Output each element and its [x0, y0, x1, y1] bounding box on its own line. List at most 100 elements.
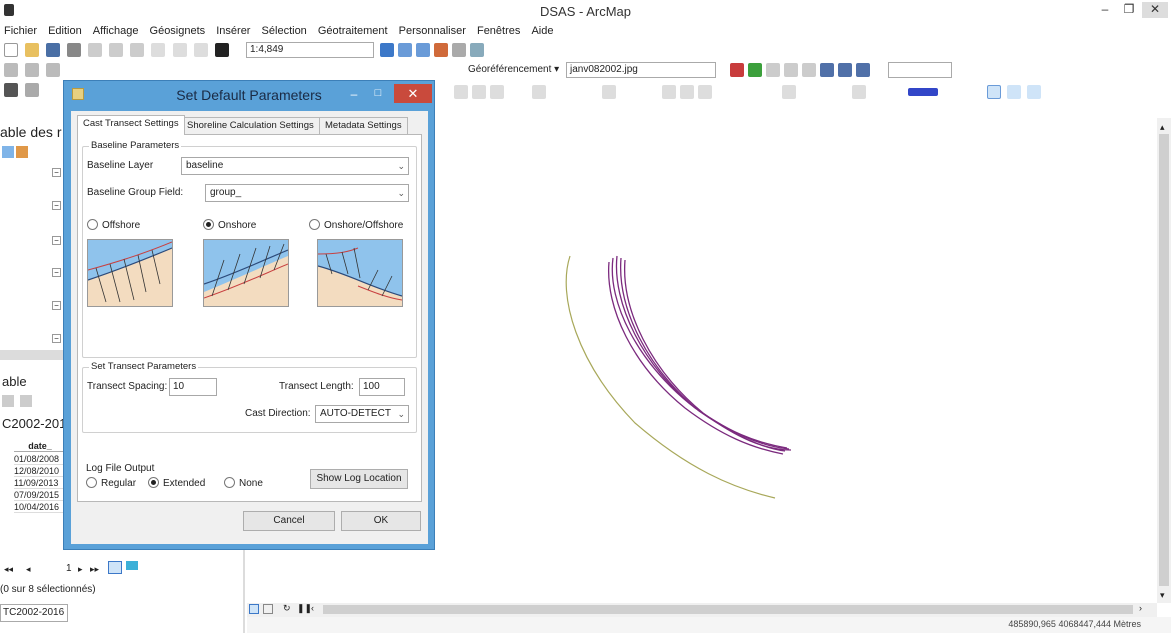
- show-all-records-icon[interactable]: [108, 561, 122, 574]
- last-record-button[interactable]: ▸▸: [90, 564, 99, 575]
- editor-pencil-icon[interactable]: [4, 83, 18, 97]
- redo-icon[interactable]: [193, 43, 208, 57]
- python-icon[interactable]: [452, 43, 466, 57]
- zoom-in-icon[interactable]: [4, 63, 18, 77]
- paste-icon[interactable]: [130, 43, 145, 57]
- scale-input[interactable]: 1:4,849: [246, 42, 374, 58]
- radio-log-regular[interactable]: Regular: [86, 477, 136, 490]
- menu-aide[interactable]: Aide: [531, 22, 553, 40]
- table-row[interactable]: 11/09/2013: [14, 478, 66, 489]
- collapse-icon[interactable]: −: [52, 201, 61, 210]
- table-name-tab[interactable]: C2002-201: [2, 416, 66, 431]
- scroll-up-icon[interactable]: ▴: [1160, 122, 1165, 133]
- transect-length-input[interactable]: 100: [359, 378, 405, 396]
- dsas-tool-icon-3[interactable]: [698, 85, 712, 99]
- print-icon[interactable]: [67, 43, 82, 57]
- cast-direction-select[interactable]: AUTO-DETECT ⌄: [315, 405, 409, 423]
- zoom-out-icon[interactable]: [25, 63, 40, 77]
- pan-icon[interactable]: [46, 63, 61, 77]
- menu-affichage[interactable]: Affichage: [93, 22, 139, 40]
- collapse-icon[interactable]: −: [52, 301, 61, 310]
- scroll-down-icon[interactable]: ▾: [1160, 590, 1165, 601]
- menu-inserer[interactable]: Insérer: [216, 22, 250, 40]
- undo-icon[interactable]: [172, 43, 187, 57]
- scroll-left-icon[interactable]: ‹: [311, 603, 314, 613]
- model-builder-icon[interactable]: [470, 43, 484, 57]
- column-header-date[interactable]: date_: [14, 441, 66, 452]
- editor-toolbar-icon[interactable]: [380, 43, 394, 57]
- pause-icon[interactable]: ❚❚: [297, 603, 312, 614]
- georef-tool-icon-2[interactable]: [784, 63, 798, 77]
- table-row[interactable]: 07/09/2015: [14, 490, 66, 501]
- color-swatch-icon[interactable]: [908, 88, 938, 96]
- dsas-tool-icon[interactable]: [662, 85, 676, 99]
- show-log-location-button[interactable]: Show Log Location: [310, 469, 408, 489]
- table-options-icon[interactable]: [2, 395, 14, 407]
- arctoolbox-icon[interactable]: [434, 43, 448, 57]
- radio-log-none[interactable]: None: [224, 477, 263, 490]
- menu-edition[interactable]: Edition: [48, 22, 82, 40]
- cancel-button[interactable]: Cancel: [243, 511, 335, 531]
- georef-tool-icon[interactable]: [766, 63, 780, 77]
- menu-fenetres[interactable]: Fenêtres: [477, 22, 520, 40]
- tab-cast-transect-settings[interactable]: Cast Transect Settings: [77, 115, 185, 135]
- map-horizontal-scrollbar[interactable]: ↻ ❚❚ ‹ ›: [247, 603, 1157, 617]
- next-record-button[interactable]: ▸: [78, 564, 83, 575]
- map-vertical-scrollbar[interactable]: ▴ ▾: [1157, 118, 1171, 603]
- collapse-icon[interactable]: −: [52, 236, 61, 245]
- dialog-close-button[interactable]: ✕: [394, 84, 432, 103]
- radio-log-extended[interactable]: Extended: [148, 477, 205, 490]
- baseline-layer-select[interactable]: baseline ⌄: [181, 157, 409, 175]
- radio-onshore[interactable]: Onshore: [203, 219, 256, 232]
- collapse-icon[interactable]: −: [52, 334, 61, 343]
- add-data-icon[interactable]: [214, 43, 229, 57]
- new-document-icon[interactable]: [4, 43, 18, 57]
- dialog-minimize-button[interactable]: –: [346, 87, 362, 101]
- menu-geotraitement[interactable]: Géotraitement: [318, 22, 388, 40]
- related-tables-icon[interactable]: [20, 395, 32, 407]
- dsas-tool-icon-5[interactable]: [852, 85, 866, 99]
- ok-button[interactable]: OK: [341, 511, 421, 531]
- radio-onshore-offshore[interactable]: Onshore/Offshore: [309, 219, 403, 232]
- georef-value-input[interactable]: [888, 62, 952, 78]
- refresh-icon[interactable]: ↻: [283, 603, 291, 614]
- list-by-drawing-order-icon[interactable]: [2, 146, 14, 158]
- dsas-window-icon-3[interactable]: [1027, 85, 1041, 99]
- sketch-tool-icon-2[interactable]: [472, 85, 486, 99]
- collapse-icon[interactable]: −: [52, 268, 61, 277]
- sketch-tool-icon-3[interactable]: [490, 85, 504, 99]
- close-button[interactable]: ✕: [1142, 2, 1168, 18]
- menu-geosignets[interactable]: Géosignets: [150, 22, 206, 40]
- layout-view-icon[interactable]: [249, 604, 259, 614]
- link-table-icon[interactable]: [820, 63, 834, 77]
- dsas-window-icon[interactable]: [987, 85, 1001, 99]
- minimize-button[interactable]: –: [1096, 2, 1114, 18]
- dsas-tool-icon-2[interactable]: [680, 85, 694, 99]
- radio-offshore[interactable]: Offshore: [87, 219, 140, 232]
- catalog-icon[interactable]: [416, 43, 430, 57]
- transect-spacing-input[interactable]: 10: [169, 378, 217, 396]
- list-by-source-icon[interactable]: [16, 146, 28, 158]
- scroll-thumb[interactable]: [1159, 134, 1169, 586]
- show-selected-records-icon[interactable]: [126, 561, 138, 570]
- collapse-icon[interactable]: −: [52, 168, 61, 177]
- rotate-icon[interactable]: [856, 63, 870, 77]
- toc-icon[interactable]: [398, 43, 412, 57]
- dsas-window-icon-2[interactable]: [1007, 85, 1021, 99]
- delete-icon[interactable]: [151, 43, 166, 57]
- table-tab[interactable]: TC2002-2016: [0, 604, 68, 622]
- tab-shoreline-calculation-settings[interactable]: Shoreline Calculation Settings: [181, 117, 320, 135]
- copy-icon[interactable]: [109, 43, 124, 57]
- add-control-points-icon[interactable]: [730, 63, 744, 77]
- view-link-icon[interactable]: [838, 63, 852, 77]
- menu-fichier[interactable]: Fichier: [4, 22, 37, 40]
- edit-tool-icon[interactable]: [25, 83, 40, 97]
- current-record-field[interactable]: 1: [66, 563, 72, 574]
- topology-icon[interactable]: [532, 85, 546, 99]
- table-row[interactable]: 10/04/2016: [14, 502, 66, 513]
- sketch-tool-icon[interactable]: [454, 85, 468, 99]
- attributes-icon[interactable]: [602, 85, 616, 99]
- data-view-icon[interactable]: [263, 604, 273, 614]
- save-icon[interactable]: [46, 43, 61, 57]
- menu-personnaliser[interactable]: Personnaliser: [399, 22, 466, 40]
